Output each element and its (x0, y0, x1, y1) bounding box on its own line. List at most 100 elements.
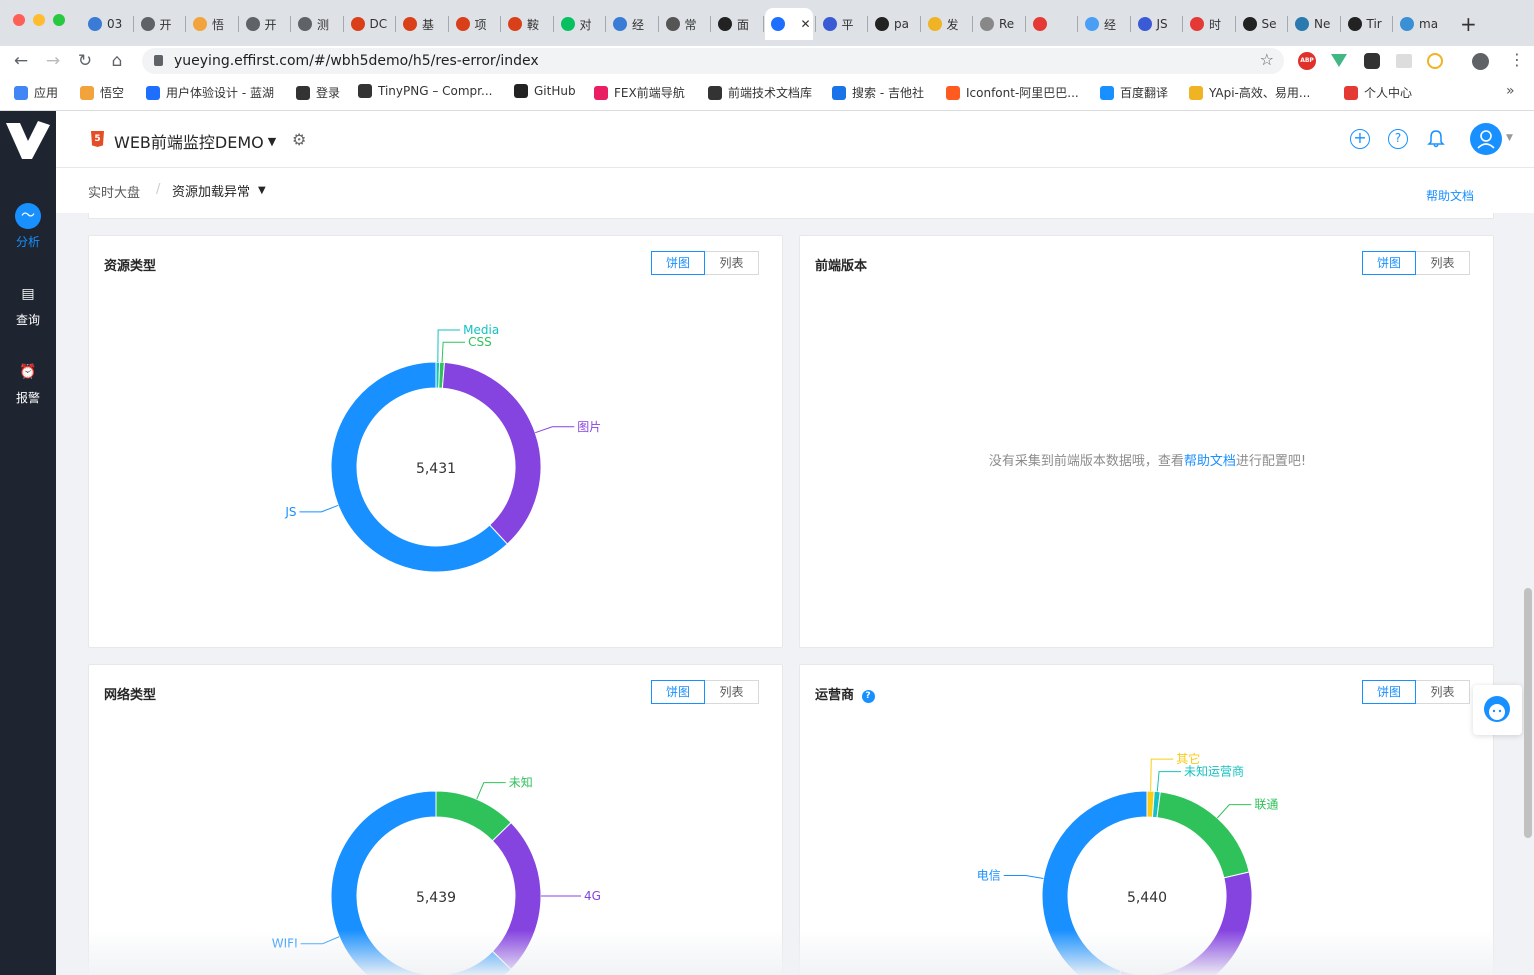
reload-icon[interactable]: ↻ (74, 50, 96, 72)
browser-tab[interactable] (1027, 8, 1076, 40)
browser-tab[interactable]: 开 (135, 8, 184, 40)
carrier-pie-chart: 其它未知运营商联通移动电信5,440 (977, 751, 1278, 975)
bookmark-item[interactable]: 登录 (296, 84, 340, 101)
tab-favicon-icon (875, 17, 889, 31)
maximize-window-icon[interactable] (53, 14, 65, 26)
help-docs-link[interactable]: 帮助文档 (1184, 454, 1236, 469)
close-window-icon[interactable] (13, 14, 25, 26)
bookmark-item[interactable]: TinyPNG – Compr... (358, 84, 492, 98)
browser-tab[interactable]: 发 (922, 8, 971, 40)
bookmark-item[interactable]: YApi-高效、易用... (1189, 84, 1310, 101)
bookmark-item[interactable]: GitHub (514, 84, 576, 98)
evernote-extension-icon[interactable] (1364, 53, 1380, 69)
browser-tab[interactable]: 平 (817, 8, 866, 40)
sidebar-item-analysis[interactable]: 〜 分析 (0, 203, 56, 250)
bookmark-item[interactable]: 应用 (14, 84, 58, 101)
breadcrumb-current: 资源加载异常 (172, 185, 251, 200)
sidebar-item-query[interactable]: ▤ 查询 (0, 281, 56, 328)
notification-bell-icon[interactable] (1426, 129, 1446, 149)
browser-tab[interactable]: Re (974, 8, 1023, 40)
browser-tab[interactable]: pa (869, 8, 918, 40)
pie-view-button[interactable]: 饼图 (1362, 251, 1416, 275)
new-tab-icon[interactable]: + (1460, 12, 1477, 36)
browser-tab[interactable]: 开 (240, 8, 289, 40)
more-bookmarks-icon[interactable]: » (1506, 83, 1515, 99)
browser-tab[interactable]: Ne (1289, 8, 1338, 40)
profile-icon[interactable] (1472, 53, 1489, 70)
tab-favicon-icon (1400, 17, 1414, 31)
browser-tab[interactable]: 基 (397, 8, 446, 40)
caret-down-icon: ▼ (258, 185, 266, 196)
breadcrumb-current-selector[interactable]: 资源加载异常 ▼ (172, 181, 266, 200)
html5-badge: 5 (94, 134, 101, 144)
minimize-window-icon[interactable] (33, 14, 45, 26)
url-field[interactable]: yueying.effirst.com/#/wbh5demo/h5/res-er… (142, 48, 1284, 74)
browser-tab-active[interactable]: ✕ (764, 8, 813, 40)
tab-title: 鞍 (527, 17, 540, 32)
breadcrumb-home[interactable]: 实时大盘 (88, 182, 140, 201)
browser-tab[interactable]: Se (1237, 8, 1286, 40)
bookmark-item[interactable]: 用户体验设计 - 蓝湖 (146, 84, 274, 101)
vue-devtools-icon[interactable] (1331, 54, 1347, 67)
html5-icon: 5 (91, 131, 104, 147)
user-icon (1477, 130, 1495, 149)
browser-tab[interactable]: 03 (82, 8, 131, 40)
bookmark-item[interactable]: 搜索 - 吉他社 (832, 84, 924, 101)
sidebar-item-alarm[interactable]: ⏰ 报警 (0, 359, 56, 406)
browser-tab[interactable]: 项 (450, 8, 499, 40)
tab-favicon-icon (665, 17, 680, 31)
tab-favicon-icon (88, 17, 102, 31)
browser-menu-icon[interactable]: ⋮ (1509, 50, 1525, 69)
pie-slice-3[interactable] (441, 361, 542, 545)
add-circle-icon[interactable]: + (1350, 129, 1370, 149)
browser-tab[interactable]: 经 (1079, 8, 1128, 40)
browser-tab[interactable]: 时 (1184, 8, 1233, 40)
bookmark-label: 前端技术文档库 (728, 86, 813, 100)
bookmark-star-icon[interactable]: ☆ (1260, 50, 1274, 69)
bookmark-item[interactable]: 百度翻译 (1100, 84, 1168, 101)
empty-text: 没有采集到前端版本数据哦，查看 (988, 454, 1184, 469)
tab-title: Re (999, 17, 1015, 31)
browser-tab[interactable]: 经 (607, 8, 656, 40)
tab-title: JS (1156, 17, 1168, 31)
browser-tab[interactable]: 鞍 (502, 8, 551, 40)
browser-tab[interactable]: DC (345, 8, 394, 40)
back-icon[interactable]: ← (10, 50, 32, 72)
yueying-logo-icon[interactable] (4, 115, 52, 163)
project-selector[interactable]: WEB前端监控DEMO ▼ (114, 129, 276, 153)
avatar-caret-icon[interactable]: ▼ (1506, 133, 1513, 143)
forward-icon[interactable]: → (42, 50, 64, 72)
pie-label-line (476, 782, 506, 800)
bookmark-item[interactable]: 悟空 (80, 84, 124, 101)
tab-favicon-icon (1242, 17, 1257, 31)
yapi-extension-icon[interactable] (1427, 53, 1443, 69)
folder-extension-icon[interactable] (1396, 54, 1412, 68)
bookmark-label: 登录 (316, 86, 341, 100)
adblock-extension-icon[interactable]: ABP (1298, 52, 1316, 70)
bookmark-item[interactable]: Iconfont-阿里巴巴... (946, 84, 1079, 101)
page-scrollbar[interactable] (1524, 588, 1532, 838)
browser-tab[interactable]: 面 (712, 8, 761, 40)
browser-tab[interactable]: 对 (555, 8, 604, 40)
browser-tab[interactable]: ma (1394, 8, 1443, 40)
browser-tab[interactable]: 常 (660, 8, 709, 40)
bookmark-favicon-icon (832, 85, 846, 100)
bookmark-item[interactable]: 前端技术文档库 (708, 84, 812, 101)
settings-gear-icon[interactable]: ⚙ (292, 130, 306, 149)
browser-tab[interactable]: 测 (292, 8, 341, 40)
bookmark-item[interactable]: FEX前端导航 (594, 84, 685, 101)
list-view-button[interactable]: 列表 (1416, 251, 1470, 275)
tab-title: 常 (684, 17, 697, 32)
user-avatar[interactable] (1470, 123, 1502, 155)
browser-tab[interactable]: JS (1132, 8, 1181, 40)
help-docs-link[interactable]: 帮助文档 (1426, 187, 1474, 204)
home-icon[interactable]: ⌂ (106, 50, 128, 72)
browser-tab[interactable]: Tir (1342, 8, 1391, 40)
tab-separator (1182, 16, 1183, 32)
bookmark-favicon-icon (946, 85, 960, 100)
browser-tab[interactable]: 悟 (187, 8, 236, 40)
bookmark-item[interactable]: 个人中心 (1344, 84, 1412, 101)
customer-service-button[interactable] (1473, 685, 1522, 735)
help-circle-icon[interactable]: ? (1388, 129, 1408, 149)
close-tab-icon[interactable]: ✕ (801, 17, 811, 31)
